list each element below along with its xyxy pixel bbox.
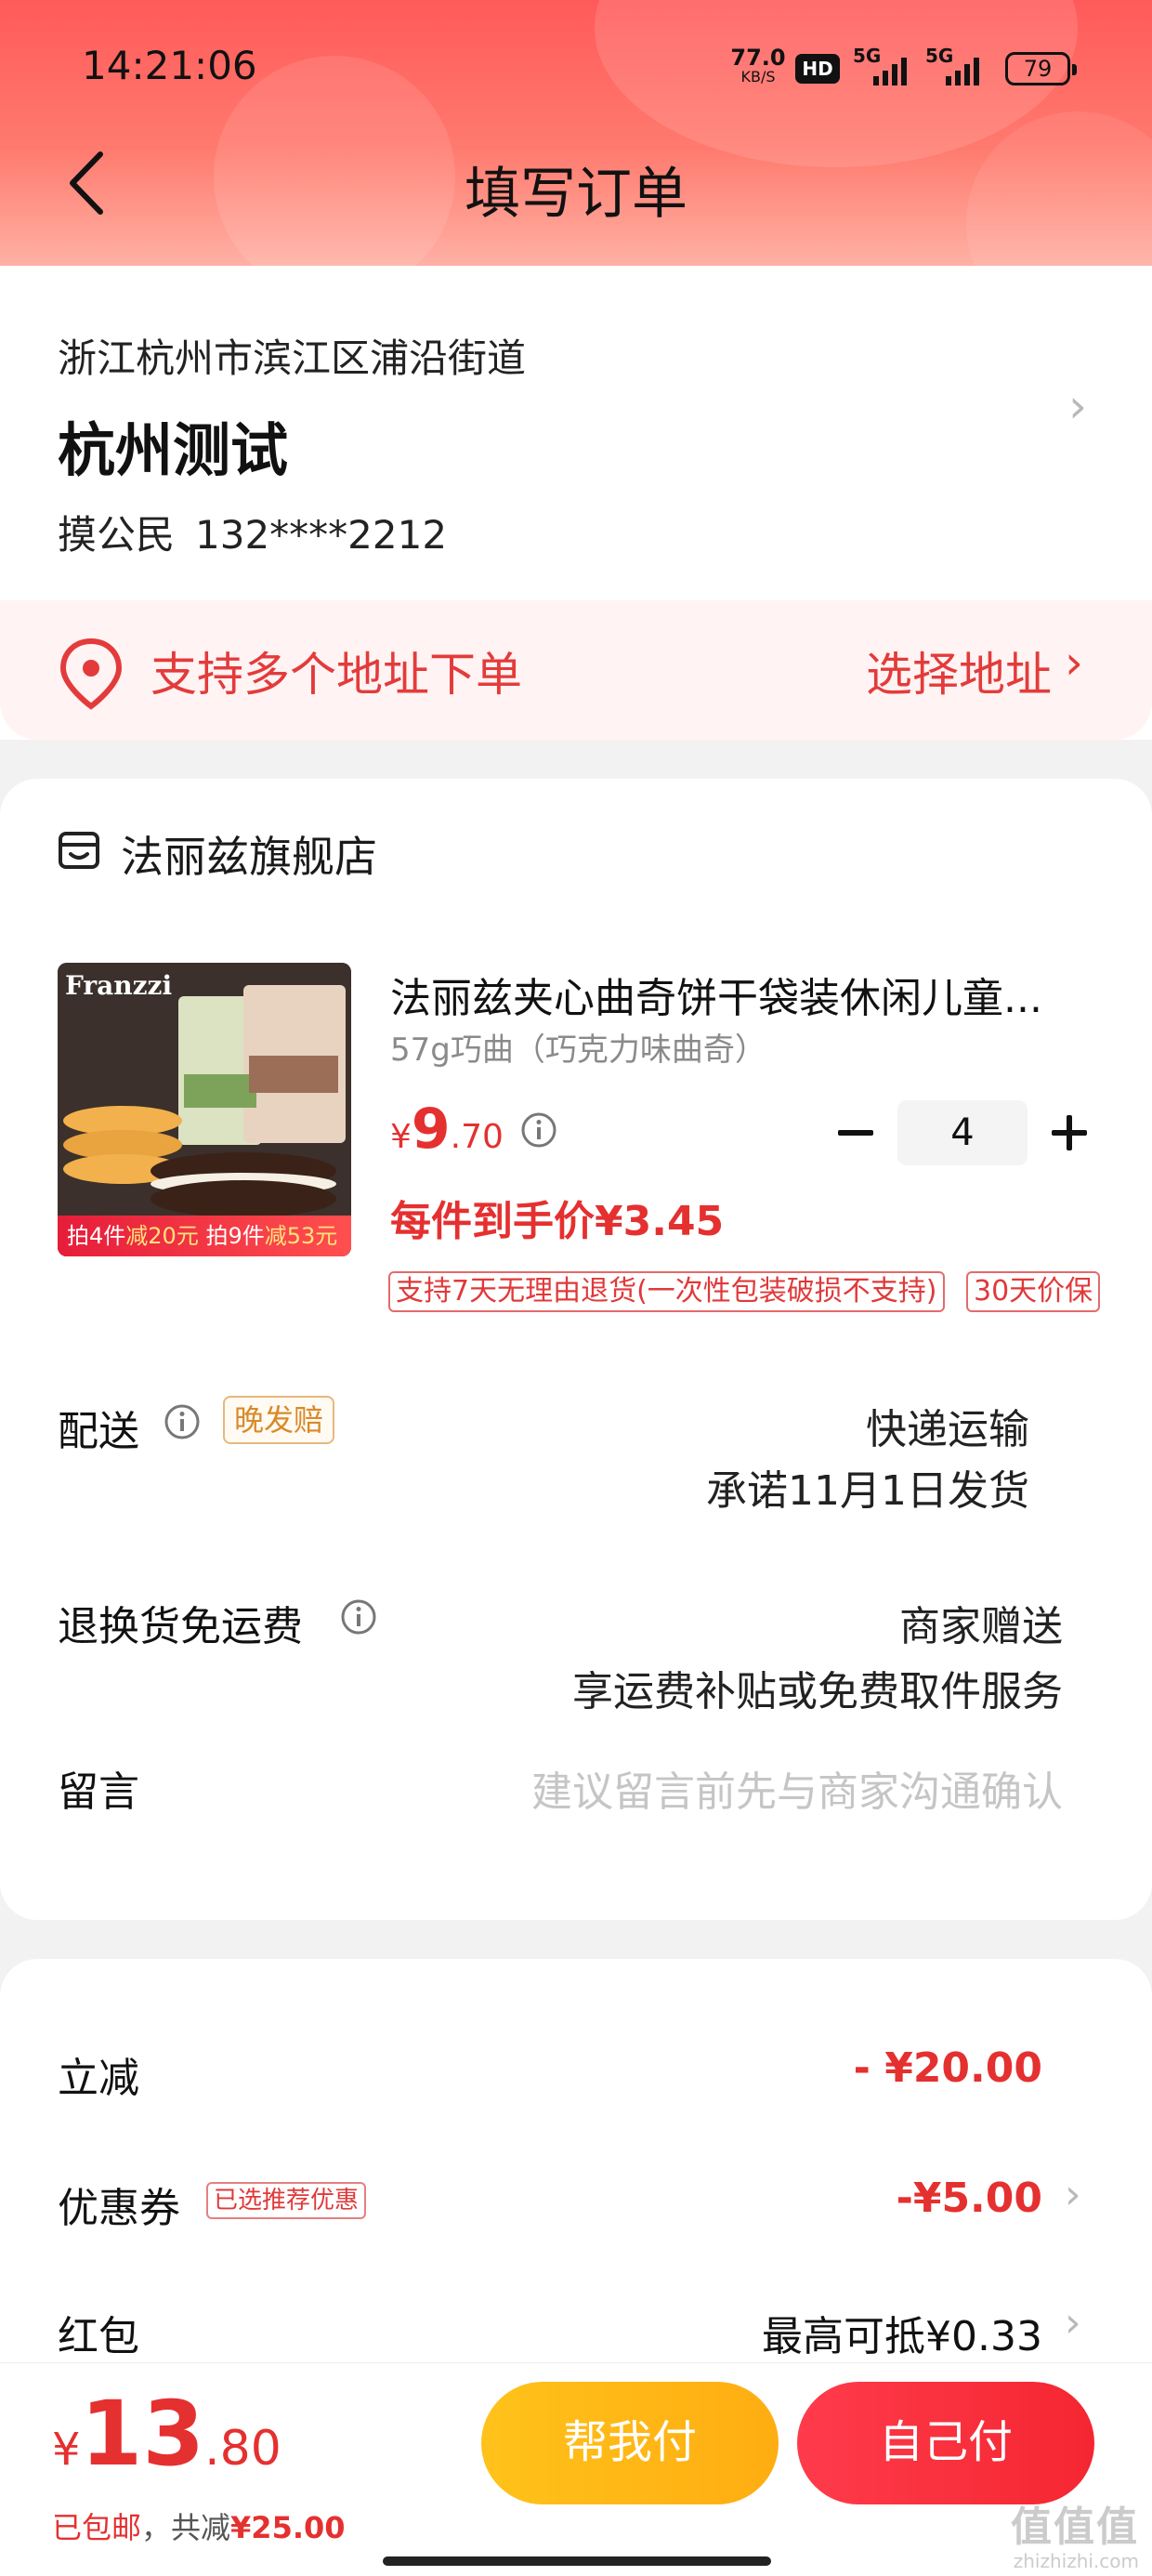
net-speed: 77.0 KB/S	[730, 45, 786, 85]
order-page: 14:21:06 77.0 KB/S HD 5G 5G 79 填写订单 浙江杭州…	[0, 0, 1152, 2576]
location-pin-icon	[59, 637, 123, 710]
instant-discount-label: 立减	[58, 2055, 139, 2102]
address-area: 浙江杭州市滨江区浦沿街道	[58, 335, 527, 381]
select-address-link[interactable]: 选择地址	[866, 637, 1052, 704]
checkout-bar: ¥13.80 已包邮，共减¥25.00 帮我付 自己付 值值值 zhizhizh…	[0, 2362, 1152, 2576]
coupon-badge: 已选推荐优惠	[206, 2182, 367, 2219]
chevron-right-icon: ›	[1068, 379, 1087, 433]
product-title[interactable]: 法丽兹夹心曲奇饼干袋装休闲儿童...	[390, 965, 1068, 1024]
instant-discount-value: - ¥20.00	[853, 2044, 1042, 2092]
brand-logo: Franzzi	[65, 970, 173, 1001]
address-contact: 摸公民 132****2212	[58, 504, 447, 560]
return-shipping-value: 商家赠送	[899, 1603, 1063, 1650]
promo-banner: 拍4件减20元 拍9件减53元	[58, 1216, 351, 1256]
battery-icon: 79	[1005, 52, 1077, 85]
return-shipping-sub: 享运费补贴或免费取件服务	[572, 1668, 1063, 1715]
page-title: 填写订单	[465, 162, 687, 227]
header: 14:21:06 77.0 KB/S HD 5G 5G 79 填写订单	[0, 0, 1152, 269]
red-packet-value[interactable]: 最高可抵¥0.33	[762, 2303, 1042, 2362]
return-policy-tag: 支持7天无理由退货(一次性包装破损不支持)	[388, 1271, 945, 1312]
minus-button[interactable]	[831, 1100, 881, 1165]
status-bar: 14:21:06 77.0 KB/S HD 5G 5G 79	[0, 0, 1152, 139]
address-name: 杭州测试	[58, 416, 289, 484]
message-input[interactable]: 建议留言前先与商家沟通确认	[531, 1758, 1063, 1818]
total-price: ¥13.80	[52, 2382, 281, 2486]
chevron-right-icon: ›	[1065, 2299, 1081, 2346]
status-time: 14:21:06	[82, 43, 257, 88]
late-compensation-badge: 晚发赔	[223, 1396, 335, 1444]
plus-button[interactable]	[1044, 1100, 1094, 1165]
total-summary: 已包邮，共减¥25.00	[52, 2510, 346, 2545]
coupon-value[interactable]: -¥5.00	[897, 2175, 1042, 2222]
info-icon[interactable]	[340, 1598, 377, 1636]
contact-name: 摸公民	[58, 512, 176, 558]
delivery-promise: 承诺11月1日发货	[706, 1467, 1029, 1515]
red-packet-label: 红包	[58, 2313, 139, 2360]
contact-phone: 132****2212	[195, 512, 448, 558]
product-image[interactable]: Franzzi 拍4件减20元 拍9件减53元	[58, 963, 351, 1256]
return-shipping-label: 退换货免运费	[58, 1603, 303, 1650]
delivery-method[interactable]: 快递运输	[866, 1396, 1029, 1455]
address-card[interactable]: 浙江杭州市滨江区浦沿街道 杭州测试 摸公民 132****2212 › 支持多个地…	[0, 266, 1152, 740]
chevron-right-icon: ›	[1065, 2171, 1081, 2218]
quantity-input[interactable]: 4	[897, 1100, 1028, 1165]
unit-price: 每件到手价¥3.45	[390, 1198, 725, 1245]
delivery-label: 配送	[58, 1408, 139, 1455]
store-icon	[59, 832, 99, 869]
multi-address-banner[interactable]: 支持多个地址下单 选择地址 ›	[0, 600, 1152, 740]
message-label: 留言	[58, 1768, 139, 1816]
chevron-right-icon: ›	[1065, 636, 1083, 690]
product-illustration	[58, 963, 351, 1256]
product-sku[interactable]: 57g巧曲（巧克力味曲奇）	[390, 1024, 766, 1070]
hd-icon: HD	[795, 54, 840, 84]
price-protect-tag: 30天价保	[966, 1271, 1101, 1312]
coupon-label: 优惠券	[58, 2185, 180, 2232]
self-pay-button[interactable]: 自己付	[797, 2382, 1094, 2504]
friend-pay-button[interactable]: 帮我付	[481, 2382, 779, 2504]
order-card: 法丽兹旗舰店 Franzzi 拍4件减20元 拍9件减53元 法丽兹夹心曲奇饼干…	[0, 779, 1152, 1920]
home-indicator[interactable]	[383, 2556, 771, 2566]
shop-name: 法丽兹旗舰店	[121, 832, 377, 882]
info-icon[interactable]	[164, 1403, 201, 1440]
info-icon[interactable]	[520, 1111, 557, 1149]
watermark: 值值值 zhizhizhi.com	[1011, 2504, 1139, 2572]
multi-address-text: 支持多个地址下单	[151, 648, 522, 702]
product-price: ¥9.70	[390, 1097, 504, 1162]
